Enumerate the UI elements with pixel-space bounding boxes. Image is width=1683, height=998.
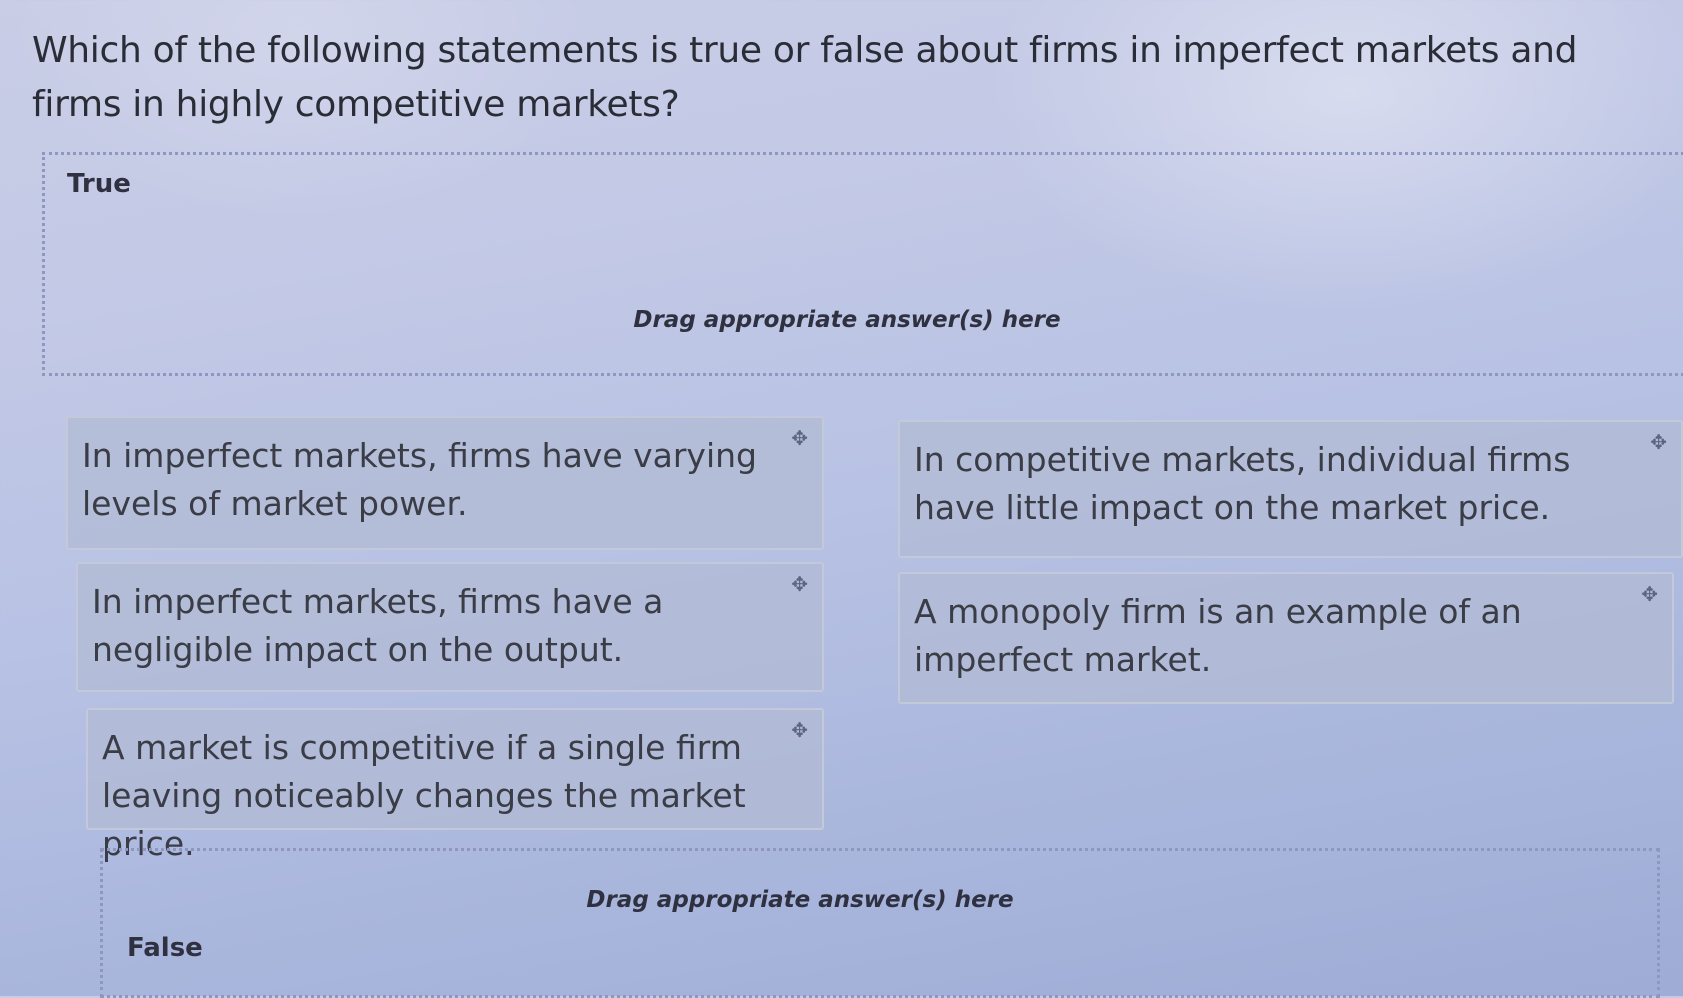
answer-card-little-impact-on-price[interactable]: In competitive markets, individual firms… — [898, 420, 1683, 558]
true-drop-zone[interactable]: True Drag appropriate answer(s) here — [42, 152, 1683, 376]
move-icon[interactable]: ✥ — [791, 574, 808, 594]
answer-card-monopoly-example[interactable]: A monopoly firm is an example of an impe… — [898, 572, 1674, 704]
answer-card-varying-market-power[interactable]: In imperfect markets, firms have varying… — [66, 416, 824, 550]
answer-card-text: In imperfect markets, firms have a negli… — [92, 582, 664, 669]
answer-card-text: In competitive markets, individual firms… — [914, 440, 1571, 527]
move-icon[interactable]: ✥ — [791, 428, 808, 448]
answer-card-negligible-impact-on-output[interactable]: In imperfect markets, firms have a negli… — [76, 562, 824, 692]
false-drop-zone[interactable]: Drag appropriate answer(s) here False — [100, 848, 1660, 998]
move-icon[interactable]: ✥ — [1650, 432, 1667, 452]
true-zone-drag-hint: Drag appropriate answer(s) here — [633, 307, 1061, 333]
answer-card-text: A monopoly firm is an example of an impe… — [914, 592, 1522, 679]
false-zone-drag-hint: Drag appropriate answer(s) here — [586, 887, 1014, 913]
false-zone-label: False — [127, 933, 203, 963]
answer-card-single-firm-leaving[interactable]: A market is competitive if a single firm… — [86, 708, 824, 863]
question-text: Which of the following statements is tru… — [32, 30, 1578, 125]
move-icon[interactable]: ✥ — [791, 720, 808, 740]
answer-card-text: In imperfect markets, firms have varying… — [82, 436, 757, 523]
true-zone-label: True — [67, 169, 131, 199]
move-icon[interactable]: ✥ — [1641, 584, 1658, 604]
answer-card-text: A market is competitive if a single firm… — [102, 728, 746, 863]
